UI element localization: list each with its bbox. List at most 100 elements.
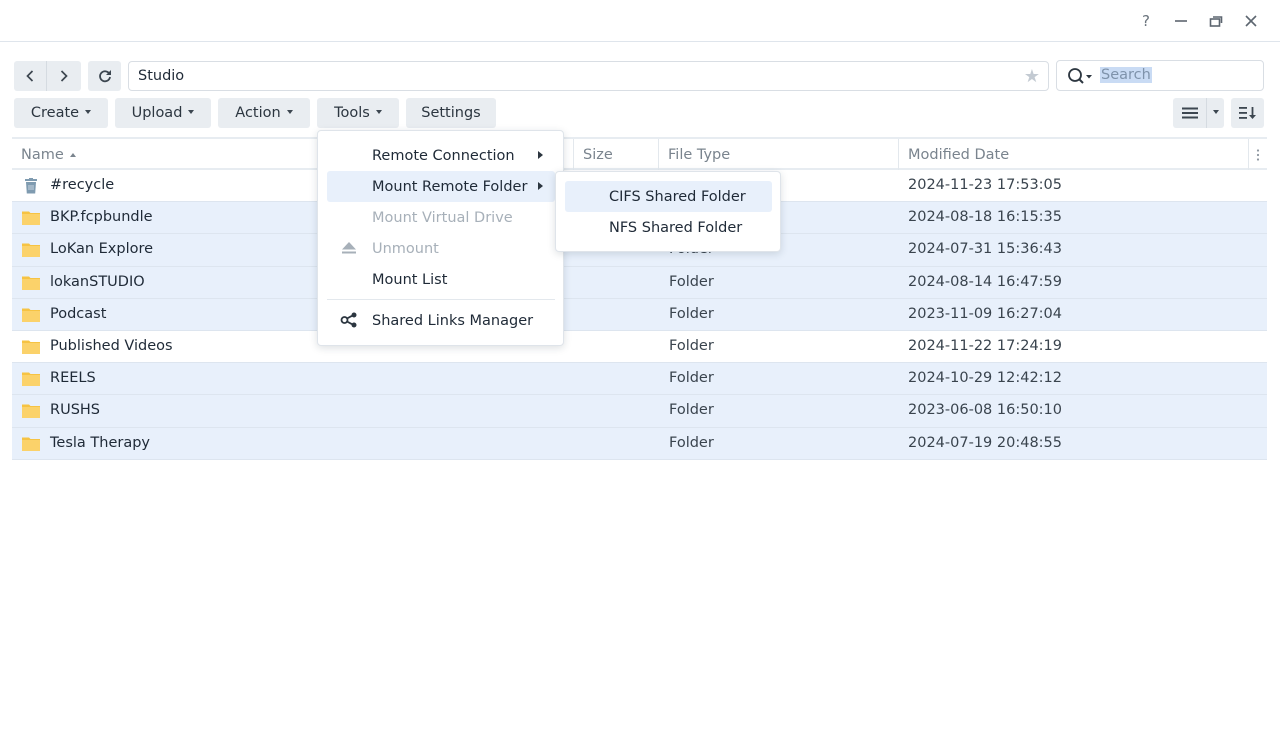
folder-icon	[22, 371, 40, 387]
action-label: Action	[235, 105, 281, 121]
menu-item-cifs-shared-folder[interactable]: CIFS Shared Folder	[565, 181, 772, 212]
modified-date: 2024-07-19 20:48:55	[908, 434, 1062, 451]
folder-icon	[22, 339, 40, 355]
folder-icon	[22, 403, 40, 419]
view-mode-dropdown[interactable]	[1207, 98, 1224, 128]
file-name: RUSHS	[50, 402, 100, 419]
file-name: REELS	[50, 370, 96, 387]
eject-icon	[340, 240, 358, 256]
refresh-button[interactable]	[88, 61, 121, 91]
file-name: #recycle	[50, 177, 115, 193]
modified-date: 2024-08-14 16:47:59	[908, 273, 1062, 290]
menu-item-nfs-shared-folder[interactable]: NFS Shared Folder	[565, 212, 772, 243]
menu-item-mount-remote-folder[interactable]: Mount Remote Folder	[327, 171, 555, 202]
create-label: Create	[30, 105, 80, 121]
column-name-label: Name	[21, 146, 64, 163]
file-type: Folder	[669, 402, 714, 419]
menu-item-label: Shared Links Manager	[372, 312, 534, 329]
restore-icon	[1209, 16, 1223, 27]
modified-date: 2024-10-29 12:42:12	[908, 370, 1062, 387]
chevron-left-icon	[26, 70, 34, 82]
action-button[interactable]: Action	[218, 98, 310, 128]
help-icon: ?	[1142, 12, 1150, 30]
table-row[interactable]: lokanSTUDIO Folder 2024-08-14 16:47:59	[12, 266, 1267, 299]
file-name: Tesla Therapy	[50, 434, 150, 451]
submenu-arrow-icon	[538, 151, 543, 159]
trash-icon	[22, 178, 40, 194]
menu-item-label: NFS Shared Folder	[609, 219, 743, 236]
caret-down-icon	[85, 110, 92, 114]
column-type-label: File Type	[668, 146, 731, 163]
menu-item-shared-links-manager[interactable]: Shared Links Manager	[327, 305, 555, 336]
upload-button[interactable]: Upload	[115, 98, 211, 128]
file-name: BKP.fcpbundle	[50, 209, 153, 226]
file-type: Folder	[669, 370, 714, 387]
refresh-icon	[98, 70, 111, 83]
menu-item-label: CIFS Shared Folder	[609, 188, 746, 205]
sort-icon	[1238, 107, 1256, 119]
modified-date: 2024-11-23 17:53:05	[908, 177, 1062, 193]
table-row[interactable]: Podcast Folder 2023-11-09 16:27:04	[12, 298, 1267, 331]
folder-icon	[22, 307, 40, 323]
sort-ascending-icon	[69, 152, 76, 157]
folder-icon	[22, 210, 40, 226]
close-icon	[1245, 15, 1257, 27]
chevron-right-icon	[60, 70, 68, 82]
tools-button[interactable]: Tools	[317, 98, 399, 128]
list-view-icon	[1181, 107, 1198, 119]
restore-button[interactable]	[1205, 10, 1227, 32]
menu-item-unmount[interactable]: Unmount	[327, 233, 555, 264]
tools-menu: Remote Connection Mount Remote Folder Mo…	[317, 130, 564, 346]
column-header-size[interactable]: Size	[574, 139, 659, 170]
caret-down-icon	[375, 110, 382, 114]
search-icon[interactable]	[1067, 66, 1097, 86]
menu-item-mount-list[interactable]: Mount List	[327, 264, 555, 295]
table-row[interactable]: RUSHS Folder 2023-06-08 16:50:10	[12, 395, 1267, 428]
forward-button[interactable]	[47, 61, 81, 91]
modified-date: 2024-08-18 16:15:35	[908, 209, 1062, 226]
folder-icon	[22, 275, 40, 291]
file-type: Folder	[669, 337, 714, 354]
favorite-star-icon[interactable]: ★	[1024, 66, 1040, 87]
close-button[interactable]	[1240, 10, 1262, 32]
file-name: Published Videos	[50, 337, 173, 354]
file-type: Folder	[669, 434, 714, 451]
menu-item-label: Remote Connection	[372, 147, 515, 164]
back-button[interactable]	[14, 61, 47, 91]
modified-date: 2024-07-31 15:36:43	[908, 241, 1062, 258]
column-header-type[interactable]: File Type	[659, 139, 899, 170]
menu-item-mount-virtual-drive[interactable]: Mount Virtual Drive	[327, 202, 555, 233]
file-type: Folder	[669, 305, 714, 322]
share-icon	[340, 312, 358, 328]
table-row[interactable]: Tesla Therapy Folder 2024-07-19 20:48:55	[12, 427, 1267, 460]
menu-item-label: Unmount	[372, 240, 439, 257]
table-row[interactable]: Published Videos Folder 2024-11-22 17:24:1…	[12, 331, 1267, 364]
settings-label: Settings	[421, 105, 481, 121]
table-row[interactable]: REELS Folder 2024-10-29 12:42:12	[12, 363, 1267, 396]
menu-item-label: Mount Remote Folder	[372, 178, 528, 195]
menu-item-label: Mount List	[372, 271, 448, 288]
minimize-icon	[1175, 20, 1187, 22]
menu-separator	[327, 299, 555, 300]
help-button[interactable]: ?	[1135, 10, 1157, 32]
caret-down-icon	[188, 110, 195, 114]
column-options-icon[interactable]	[1249, 139, 1267, 170]
title-bar: ?	[0, 0, 1280, 42]
menu-item-remote-connection[interactable]: Remote Connection	[327, 140, 555, 171]
minimize-button[interactable]	[1170, 10, 1192, 32]
current-path: Studio	[138, 68, 185, 84]
modified-date: 2024-11-22 17:24:19	[908, 337, 1062, 354]
file-name: lokanSTUDIO	[50, 273, 145, 290]
menu-item-label: Mount Virtual Drive	[372, 209, 513, 226]
sort-button[interactable]	[1231, 98, 1264, 128]
search-box[interactable]: Search	[1056, 60, 1264, 91]
path-bar[interactable]: Studio ★	[128, 61, 1049, 91]
column-header-date[interactable]: Modified Date	[899, 139, 1249, 170]
file-name: LoKan Explore	[50, 241, 154, 258]
search-input[interactable]: Search	[1100, 67, 1250, 83]
modified-date: 2023-06-08 16:50:10	[908, 402, 1062, 419]
create-button[interactable]: Create	[14, 98, 108, 128]
list-view-button[interactable]	[1173, 98, 1207, 128]
modified-date: 2023-11-09 16:27:04	[908, 305, 1062, 322]
settings-button[interactable]: Settings	[406, 98, 496, 128]
